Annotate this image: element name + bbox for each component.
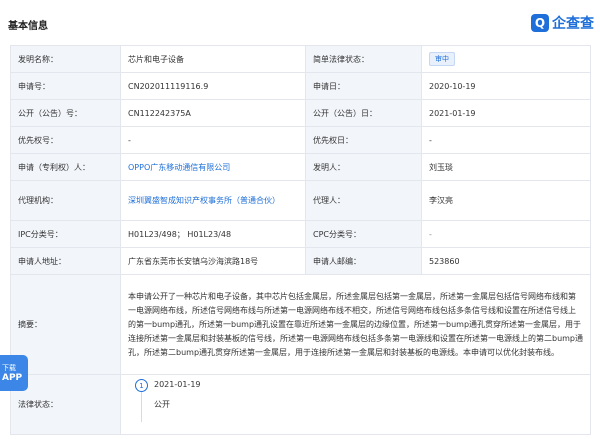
invention-name-value: 芯片和电子设备 [120, 45, 306, 73]
agency-cell: 深圳翼盛智成知识产权事务所（普通合伙） [120, 180, 306, 221]
app-date-value: 2020-10-19 [421, 72, 591, 100]
inventor-label: 发明人： [305, 153, 422, 181]
pub-date-value: 2021-01-19 [421, 99, 591, 127]
app-label: APP [2, 373, 23, 383]
table-row: 发明名称： 芯片和电子设备 简单法律状态： 审中 [10, 45, 591, 73]
app-date-label: 申请日： [305, 72, 422, 100]
app-no-value: CN202011119116.9 [120, 72, 306, 100]
timeline-date: 2021-01-19 [154, 380, 201, 389]
invention-name-label: 发明名称： [10, 45, 121, 73]
header: 基本信息 Q 企查查 [0, 0, 600, 38]
priority-date-label: 优先权日： [305, 126, 422, 154]
applicant-link[interactable]: OPPO广东移动通信有限公司 [128, 163, 230, 172]
brand-logo[interactable]: Q 企查查 [531, 13, 594, 33]
legal-status-label: 简单法律状态： [305, 45, 422, 73]
table-row: IPC分类号： H01L23/498； H01L23/48 CPC分类号： - [10, 220, 591, 248]
cpc-value: - [421, 220, 591, 248]
status-badge: 审中 [429, 52, 455, 66]
agency-link[interactable]: 深圳翼盛智成知识产权事务所（普通合伙） [128, 196, 280, 205]
table-row: 申请号： CN202011119116.9 申请日： 2020-10-19 [10, 72, 591, 100]
table-row: 优先权号： - 优先权日： - [10, 126, 591, 154]
section-title: 基本信息 [8, 21, 48, 32]
priority-no-value: - [120, 126, 306, 154]
inventor-value: 刘玉琰 [421, 153, 591, 181]
agent-value: 李汉亮 [421, 180, 591, 221]
table-row: 申请人地址： 广东省东莞市长安镇乌沙海滨路18号 申请人邮编： 523860 [10, 247, 591, 275]
cpc-label: CPC分类号： [305, 220, 422, 248]
ipc-label: IPC分类号： [10, 220, 121, 248]
table-row: 申请（专利权）人： OPPO广东移动通信有限公司 发明人： 刘玉琰 [10, 153, 591, 181]
address-label: 申请人地址： [10, 247, 121, 275]
postcode-value: 523860 [421, 247, 591, 275]
priority-no-label: 优先权号： [10, 126, 121, 154]
basic-info-table: 发明名称： 芯片和电子设备 简单法律状态： 审中 申请号： CN20201111… [10, 45, 591, 435]
applicant-label: 申请（专利权）人： [10, 153, 121, 181]
pub-no-label: 公开（公告）号： [10, 99, 121, 127]
table-row: 法律状态： 1 2021-01-19 公开 [10, 374, 591, 435]
table-row: 公开（公告）号： CN112242375A 公开（公告）日： 2021-01-1… [10, 99, 591, 127]
address-value: 广东省东莞市长安镇乌沙海滨路18号 [120, 247, 306, 275]
legal-timeline: 1 2021-01-19 公开 [120, 374, 591, 435]
agent-label: 代理人： [305, 180, 422, 221]
priority-date-value: - [421, 126, 591, 154]
applicant-cell: OPPO广东移动通信有限公司 [120, 153, 306, 181]
timeline-step-number: 1 [135, 379, 148, 392]
agency-label: 代理机构： [10, 180, 121, 221]
abstract-text: 本申请公开了一种芯片和电子设备，其中芯片包括金属层，所述金属层包括第一金属层，所… [120, 274, 591, 375]
ipc-value: H01L23/498； H01L23/48 [120, 220, 306, 248]
download-label: 下载 [2, 364, 16, 372]
table-row: 摘要： 本申请公开了一种芯片和电子设备，其中芯片包括金属层，所述金属层包括第一金… [10, 274, 591, 375]
postcode-label: 申请人邮编： [305, 247, 422, 275]
logo-icon: Q [531, 14, 549, 32]
pub-no-value: CN112242375A [120, 99, 306, 127]
app-no-label: 申请号： [10, 72, 121, 100]
table-row: 代理机构： 深圳翼盛智成知识产权事务所（普通合伙） 代理人： 李汉亮 [10, 180, 591, 221]
timeline-event: 公开 [154, 400, 170, 409]
legal-status-cell: 审中 [421, 45, 591, 73]
logo-text: 企查查 [552, 16, 594, 32]
timeline-line [141, 392, 142, 422]
download-app-button[interactable]: 下载 APP [0, 355, 28, 391]
pub-date-label: 公开（公告）日： [305, 99, 422, 127]
